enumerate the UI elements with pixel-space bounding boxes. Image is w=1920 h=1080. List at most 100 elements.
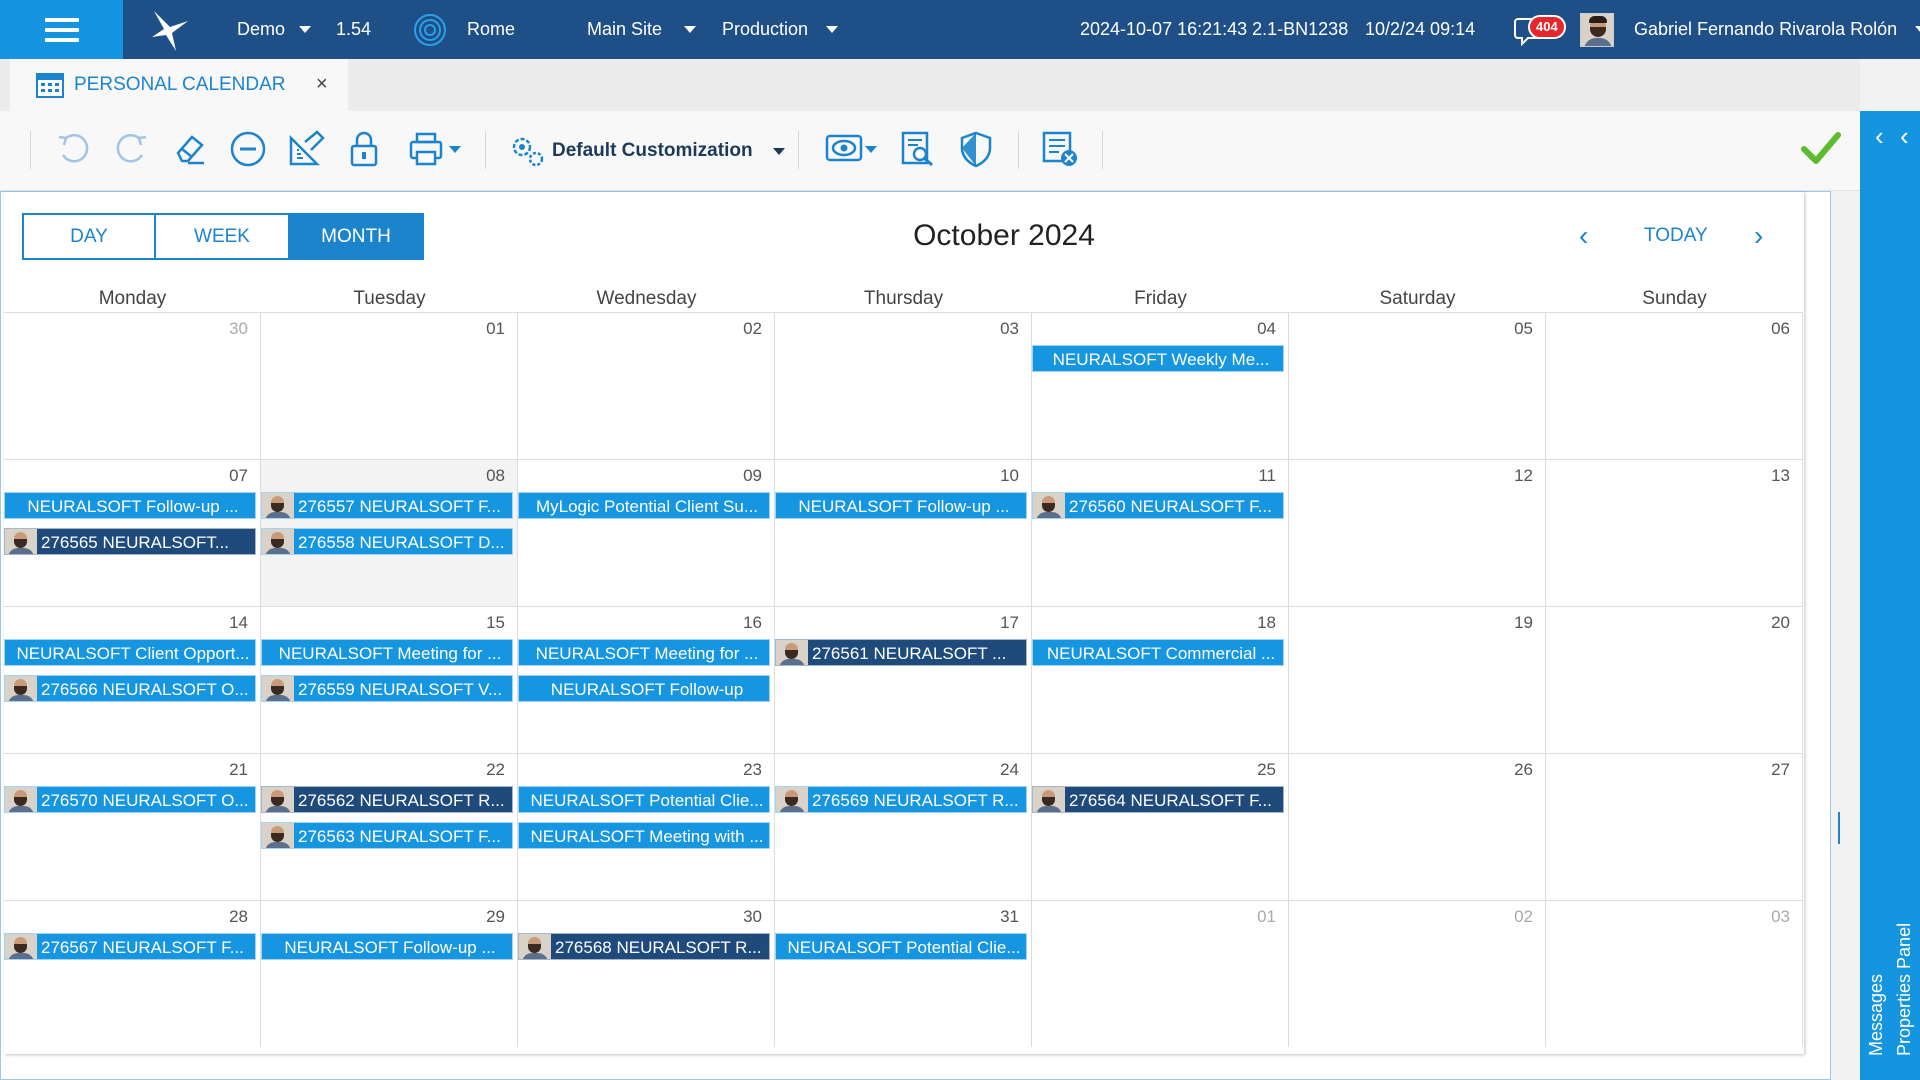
calendar-event[interactable]: NEURALSOFT Potential Clie... [518,786,770,813]
day-cell[interactable]: 07 NEURALSOFT Follow-up ... 276565 NEURALS… [4,459,261,606]
panel-collapse-button[interactable]: ‹ [1875,121,1884,152]
day-cell[interactable]: 25 276564 NEURALSOFT F... [1032,753,1289,900]
calendar-event[interactable]: 276565 NEURALSOFT... [4,528,256,555]
day-cell[interactable]: 16 NEURALSOFT Meeting for ... NEURALSOFT F… [518,606,775,753]
day-cell[interactable]: 30 [4,312,261,459]
calendar-event[interactable]: NEURALSOFT Follow-up ... [261,933,513,960]
day-cell[interactable]: 28 276567 NEURALSOFT F... [4,900,261,1047]
day-cell[interactable]: 04 NEURALSOFT Weekly Me... [1032,312,1289,459]
remove-button[interactable] [226,127,270,171]
confirm-button[interactable] [1800,129,1842,172]
menu-button[interactable] [0,0,123,59]
properties-panel-tab[interactable]: Properties Panel [1894,923,1915,1056]
prev-month-button[interactable]: ‹ [1579,220,1588,252]
calendar-event[interactable]: NEURALSOFT Follow-up ... [775,492,1027,519]
today-button[interactable]: TODAY [1644,225,1708,247]
day-cell[interactable]: 10 NEURALSOFT Follow-up ... [775,459,1032,606]
calendar-event[interactable]: 276569 NEURALSOFT R... [775,786,1027,813]
calendar-event[interactable]: 276566 NEURALSOFT O... [4,675,256,702]
view-button[interactable] [820,127,882,171]
day-cell[interactable]: 05 [1289,312,1546,459]
day-cell[interactable]: 20 [1546,606,1803,753]
event-title: 276564 NEURALSOFT F... [1069,791,1272,810]
day-cell[interactable]: 03 [775,312,1032,459]
lock-button[interactable] [342,127,386,171]
calendar-event[interactable]: NEURALSOFT Meeting for ... [518,639,770,666]
tab-personal-calendar[interactable]: PERSONAL CALENDAR [10,59,348,111]
calendar-event[interactable]: 276559 NEURALSOFT V... [261,675,513,702]
app-logo[interactable] [150,0,190,59]
calendar-event[interactable]: 276561 NEURALSOFT ... [775,639,1027,666]
day-cell[interactable]: 09 MyLogic Potential Client Su... [518,459,775,606]
calendar-event[interactable]: 276564 NEURALSOFT F... [1032,786,1284,813]
calendar-event[interactable]: NEURALSOFT Meeting with ... [518,822,770,849]
day-cell[interactable]: 31 NEURALSOFT Potential Clie... [775,900,1032,1047]
calendar-event[interactable]: NEURALSOFT Follow-up [518,675,770,702]
day-cell[interactable]: 23 NEURALSOFT Potential Clie... NEURALSOFT… [518,753,775,900]
city-label[interactable]: Rome [467,0,515,59]
redo-button[interactable] [110,127,154,171]
edit-button[interactable] [284,127,328,171]
calendar-event[interactable]: 276567 NEURALSOFT F... [4,933,256,960]
calendar-event[interactable]: NEURALSOFT Weekly Me... [1032,345,1284,372]
day-cell[interactable]: 01 [1032,900,1289,1047]
calendar-event[interactable]: NEURALSOFT Follow-up ... [4,492,256,519]
day-cell[interactable]: 14 NEURALSOFT Client Opport... 276566 NEUR… [4,606,261,753]
day-cell[interactable]: 29 NEURALSOFT Follow-up ... [261,900,518,1047]
day-cell[interactable]: 13 [1546,459,1803,606]
calendar-event[interactable]: MyLogic Potential Client Su... [518,492,770,519]
user-avatar-wrap[interactable] [1580,0,1614,59]
calendar-event[interactable]: 276560 NEURALSOFT F... [1032,492,1284,519]
day-cell[interactable]: 30 276568 NEURALSOFT R... [518,900,775,1047]
report-button[interactable] [896,127,940,171]
user-menu[interactable]: Gabriel Fernando Rivarola Rolón [1634,0,1920,59]
calendar-event[interactable]: NEURALSOFT Meeting for ... [261,639,513,666]
day-cell[interactable]: 06 [1546,312,1803,459]
view-day-button[interactable]: DAY [22,213,156,260]
day-cell[interactable]: 08 276557 NEURALSOFT F... 276558 NEURALSOF… [261,459,518,606]
scrollbar[interactable] [1838,812,1840,844]
messages-tab[interactable]: Messages [1866,974,1887,1056]
calendar-event[interactable]: 276557 NEURALSOFT F... [261,492,513,519]
calendar-event[interactable]: 276562 NEURALSOFT R... [261,786,513,813]
undo-button[interactable] [51,127,95,171]
calendar-event[interactable]: 276568 NEURALSOFT R... [518,933,770,960]
environment-selector[interactable]: Production [722,0,839,59]
day-cell[interactable]: 22 276562 NEURALSOFT R... 276563 NEURALSOF… [261,753,518,900]
print-button[interactable] [403,127,465,171]
day-cell[interactable]: 03 [1546,900,1803,1047]
customization-selector[interactable]: Default Customization [508,111,785,191]
day-cell[interactable]: 27 [1546,753,1803,900]
close-icon[interactable]: × [316,73,328,96]
calendar-event[interactable]: 276558 NEURALSOFT D... [261,528,513,555]
clear-button[interactable] [168,127,212,171]
calendar-event[interactable]: 276570 NEURALSOFT O... [4,786,256,813]
next-month-button[interactable]: › [1754,220,1763,252]
day-cell[interactable]: 01 [261,312,518,459]
day-cell[interactable]: 11 276560 NEURALSOFT F... [1032,459,1289,606]
view-month-button[interactable]: MONTH [290,213,424,260]
day-cell[interactable]: 02 [518,312,775,459]
company-selector[interactable]: Demo [237,0,312,59]
day-cell[interactable]: 17 276561 NEURALSOFT ... [775,606,1032,753]
panel-collapse-button-2[interactable]: ‹ [1900,121,1909,152]
day-cell[interactable]: 18 NEURALSOFT Commercial ... [1032,606,1289,753]
day-cell[interactable]: 24 276569 NEURALSOFT R... [775,753,1032,900]
notification-badge[interactable]: 404 [1528,15,1566,39]
day-cell[interactable]: 12 [1289,459,1546,606]
view-week-button[interactable]: WEEK [156,213,290,260]
calendar-event[interactable]: NEURALSOFT Commercial ... [1032,639,1284,666]
location-icon-wrap[interactable] [412,0,448,59]
day-number: 12 [1514,466,1533,485]
day-cell[interactable]: 21 276570 NEURALSOFT O... [4,753,261,900]
day-cell[interactable]: 26 [1289,753,1546,900]
calendar-event[interactable]: NEURALSOFT Potential Clie... [775,933,1027,960]
calendar-event[interactable]: 276563 NEURALSOFT F... [261,822,513,849]
site-selector[interactable]: Main Site [587,0,697,59]
calendar-event[interactable]: NEURALSOFT Client Opport... [4,639,256,666]
permissions-button[interactable] [954,127,998,171]
day-cell[interactable]: 02 [1289,900,1546,1047]
clear-list-button[interactable] [1038,127,1082,171]
day-cell[interactable]: 15 NEURALSOFT Meeting for ... 276559 NEURA… [261,606,518,753]
day-cell[interactable]: 19 [1289,606,1546,753]
